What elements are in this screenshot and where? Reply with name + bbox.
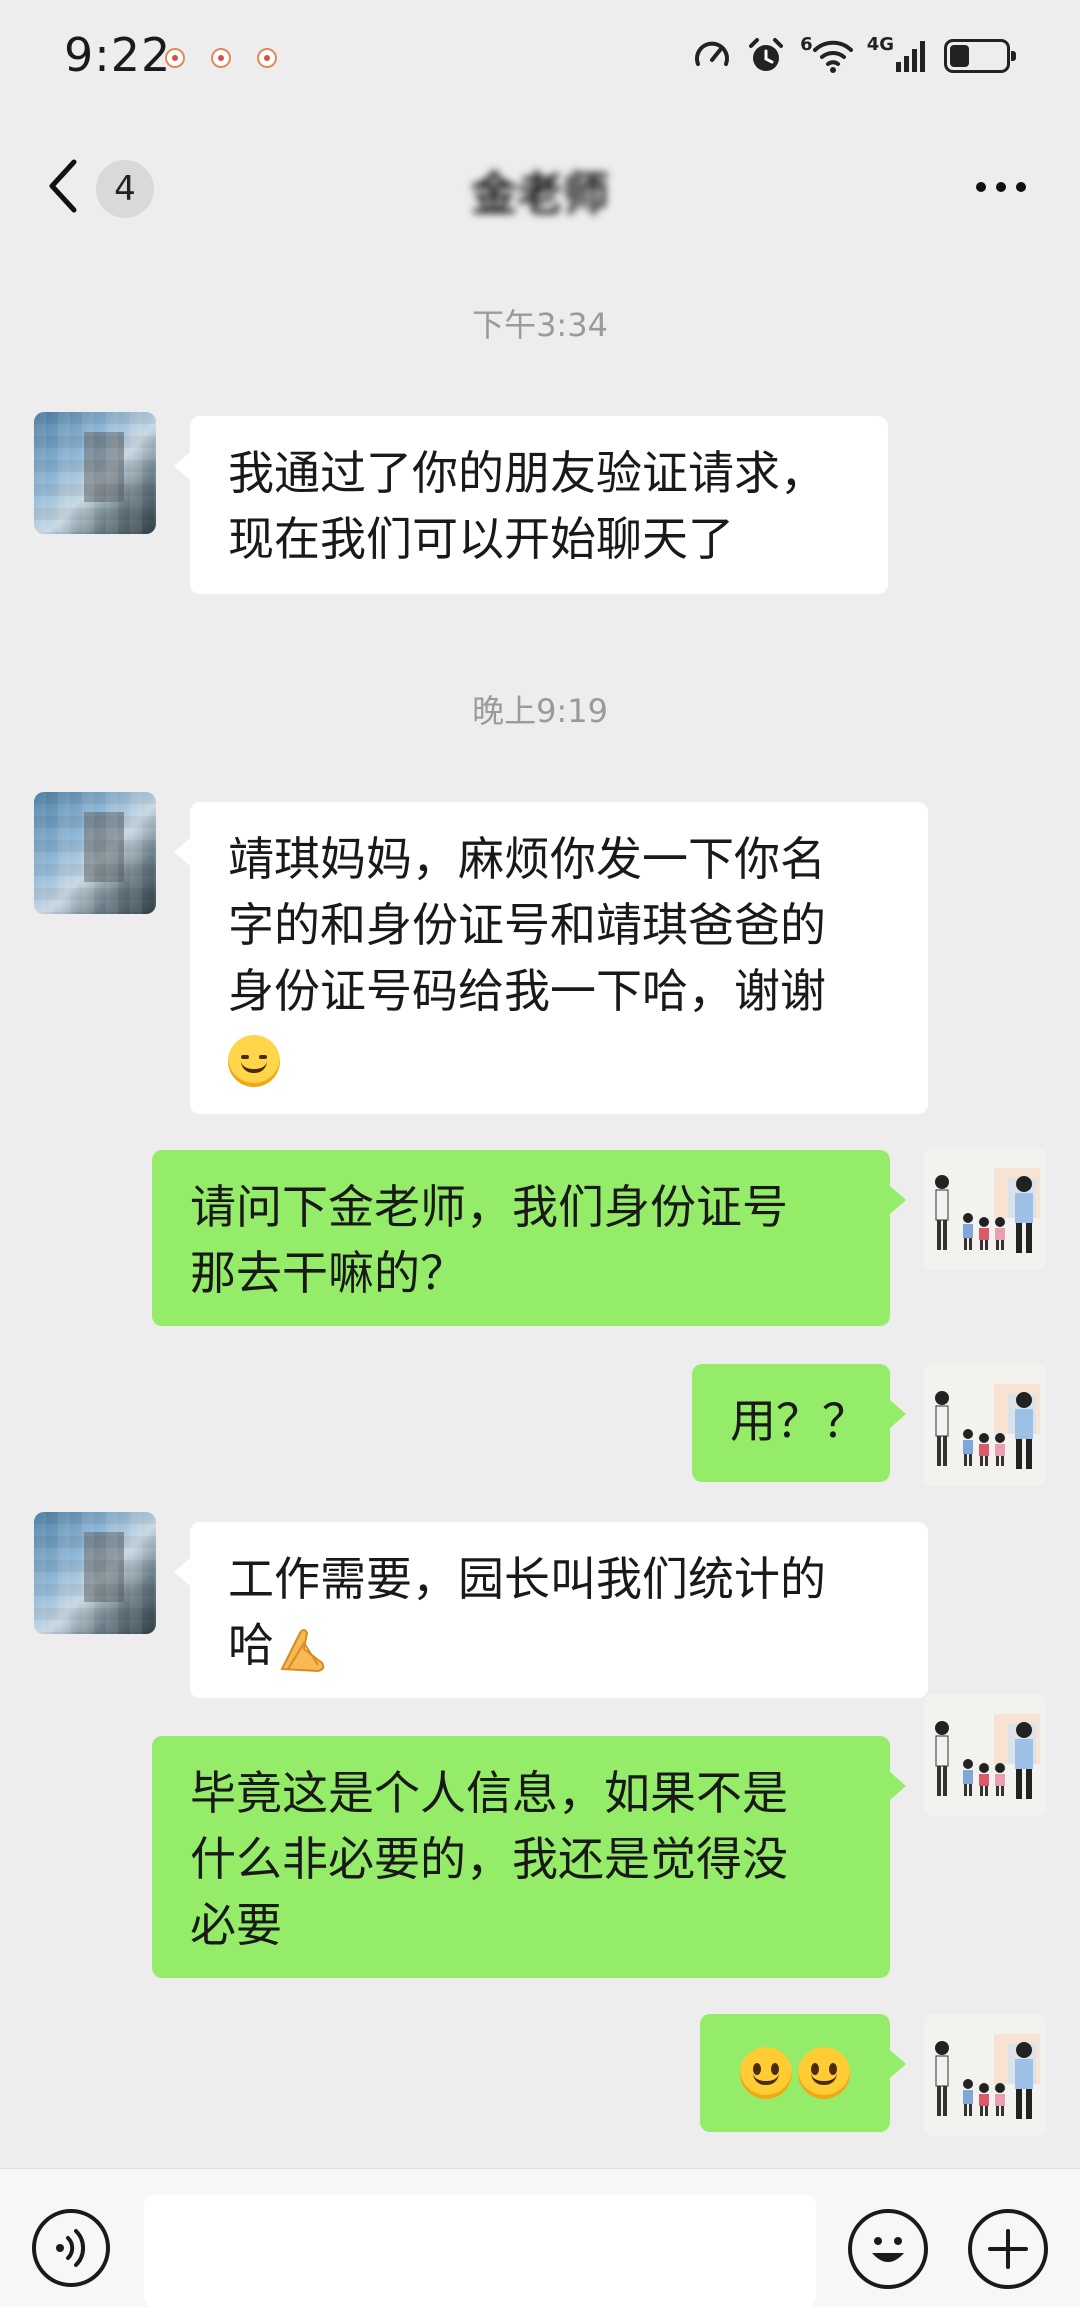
voice-input-button[interactable]: [32, 2209, 110, 2287]
message-text-line: 请问下金老师，我们身份证号: [190, 1180, 788, 1234]
outgoing-message-bubble[interactable]: 毕竟这是个人信息，如果不是 什么非必要的，我还是觉得没 必要: [152, 1736, 906, 1978]
family-illustration-icon: [924, 1694, 1046, 1816]
family-illustration-icon: [924, 1148, 1046, 1270]
battery-level: [950, 45, 969, 67]
incoming-message-bubble[interactable]: 我通过了你的朋友验证请求， 现在我们可以开始聊天了: [174, 416, 888, 594]
message-text-line: 靖琪妈妈，麻烦你发一下你名: [228, 832, 826, 886]
message-text-line: 那去干嘛的？: [190, 1246, 466, 1300]
chat-header: 4 金老师: [0, 118, 1080, 254]
my-avatar[interactable]: [924, 1694, 1046, 1816]
message-text-line: 身份证号码给我一下哈，谢谢: [228, 964, 826, 1018]
more-dot-icon: [1016, 182, 1026, 192]
message-text-line: 字的和身份证号和靖琪爸爸的: [228, 898, 826, 952]
contact-avatar[interactable]: [34, 412, 156, 534]
voice-icon: [56, 2229, 86, 2267]
status-icons: 6 4G: [692, 34, 1016, 76]
more-functions-button[interactable]: [968, 2209, 1048, 2289]
notification-icon: [165, 48, 185, 68]
notification-icon: [257, 48, 277, 68]
family-illustration-icon: [924, 2014, 1046, 2136]
status-time: 9:22: [64, 28, 172, 82]
wifi-icon: 6: [800, 34, 853, 76]
alarm-clock-icon: [746, 36, 786, 76]
message-text-line: 用？？: [730, 1394, 868, 1448]
family-illustration-icon: [924, 1364, 1046, 1486]
message-text-line: 必要: [190, 1898, 282, 1952]
incoming-message-bubble[interactable]: 靖琪妈妈，麻烦你发一下你名 字的和身份证号和靖琪爸爸的 身份证号码给我一下哈，谢…: [174, 802, 928, 1114]
battery-icon: [944, 36, 1016, 76]
my-avatar[interactable]: [924, 1148, 1046, 1270]
chat-title: 金老师: [471, 167, 609, 221]
my-avatar[interactable]: [924, 1364, 1046, 1486]
incoming-message-bubble[interactable]: 工作需要，园长叫我们统计的 哈: [174, 1522, 928, 1698]
outgoing-message-bubble[interactable]: 请问下金老师，我们身份证号 那去干嘛的？: [152, 1150, 906, 1326]
plus-icon: [988, 2229, 1028, 2269]
message-text-input[interactable]: [144, 2195, 816, 2307]
speedometer-icon: [692, 36, 732, 76]
my-avatar[interactable]: [924, 2014, 1046, 2136]
more-options-button[interactable]: [976, 182, 1026, 192]
contact-avatar[interactable]: [34, 792, 156, 914]
more-dot-icon: [976, 182, 986, 192]
smile-emoji: [798, 2047, 850, 2099]
message-text-line: 工作需要，园长叫我们统计的: [228, 1552, 826, 1606]
outgoing-message-bubble[interactable]: [700, 2014, 906, 2132]
blush-smile-emoji: [228, 1034, 280, 1087]
message-text-line: 现在我们可以开始聊天了: [228, 512, 734, 566]
wifi-generation-label: 6: [800, 34, 813, 55]
message-text-line: 什么非必要的，我还是觉得没: [190, 1832, 788, 1886]
contact-avatar[interactable]: [34, 1512, 156, 1634]
smile-emoji: [740, 2047, 792, 2099]
more-dot-icon: [996, 182, 1006, 192]
notification-icon: [211, 48, 231, 68]
emoji-icon: [872, 2237, 904, 2262]
message-text-line: 毕竟这是个人信息，如果不是: [190, 1766, 788, 1820]
message-timestamp: 下午3:34: [472, 306, 608, 344]
emoji-picker-button[interactable]: [848, 2209, 928, 2289]
message-timestamp: 晚上9:19: [472, 692, 608, 730]
message-input-bar: [0, 2168, 1080, 2307]
message-text-line: 我通过了你的朋友验证请求，: [228, 446, 826, 500]
status-bar: 9:22 6 4G: [0, 0, 1080, 118]
network-type-label: 4G: [866, 34, 894, 55]
folded-hands-emoji: [280, 1628, 325, 1672]
notification-icons: [165, 48, 277, 68]
message-text-line: 哈: [228, 1618, 274, 1672]
outgoing-message-bubble[interactable]: 用？？: [692, 1364, 906, 1482]
cellular-signal-icon: 4G: [866, 34, 930, 76]
